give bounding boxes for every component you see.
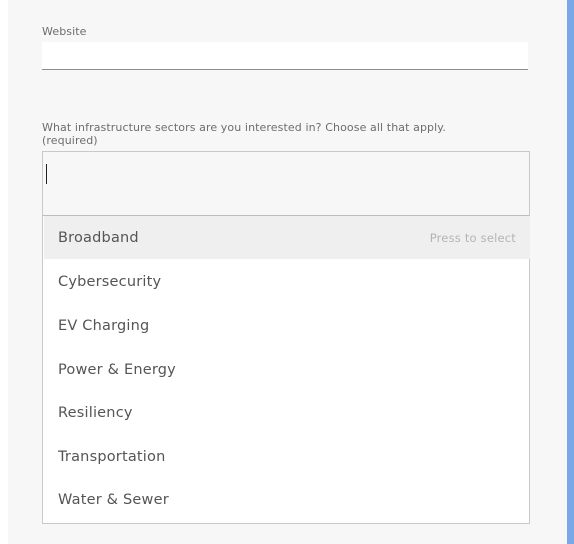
option-cybersecurity[interactable]: Cybersecurity <box>44 260 530 303</box>
website-input[interactable] <box>42 42 528 70</box>
option-label: Broadband <box>58 229 139 246</box>
sectors-search-input[interactable] <box>42 151 530 216</box>
option-water-sewer[interactable]: Water & Sewer <box>44 478 530 521</box>
website-label: Website <box>42 25 87 38</box>
option-label: Resiliency <box>58 404 133 421</box>
option-label: Power & Energy <box>58 361 176 378</box>
sectors-question-text: What infrastructure sectors are you inte… <box>42 121 446 134</box>
page: Website What infrastructure sectors are … <box>0 0 574 544</box>
sectors-dropdown-list: Broadband Press to select Cybersecurity … <box>42 216 530 524</box>
option-label: Water & Sewer <box>58 491 169 508</box>
option-broadband[interactable]: Broadband Press to select <box>44 216 530 259</box>
text-caret <box>46 164 47 184</box>
option-label: EV Charging <box>58 317 150 334</box>
option-transportation[interactable]: Transportation <box>44 435 530 478</box>
accent-bar <box>567 0 574 544</box>
option-resiliency[interactable]: Resiliency <box>44 391 530 434</box>
required-indicator: (required) <box>42 134 98 147</box>
option-power-energy[interactable]: Power & Energy <box>44 348 530 391</box>
press-to-select-hint: Press to select <box>429 230 516 245</box>
option-label: Cybersecurity <box>58 273 162 290</box>
sectors-question-label: What infrastructure sectors are you inte… <box>42 121 542 147</box>
option-label: Transportation <box>58 448 166 465</box>
option-ev-charging[interactable]: EV Charging <box>44 304 530 347</box>
